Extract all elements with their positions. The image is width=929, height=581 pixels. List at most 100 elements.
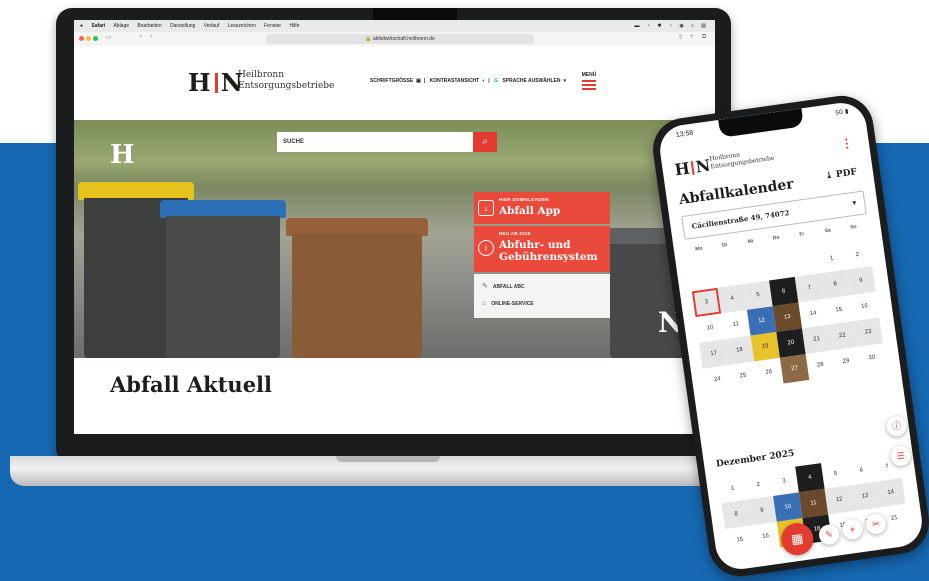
contrast-icon[interactable]: ◐ bbox=[482, 78, 485, 84]
phone-notch bbox=[718, 108, 804, 138]
calendar-day[interactable]: 24 bbox=[703, 365, 732, 394]
calendar-day[interactable]: 3 bbox=[691, 287, 722, 318]
calendar-day[interactable]: 13 bbox=[850, 481, 880, 511]
calendar-day[interactable]: 10 bbox=[773, 492, 803, 522]
menu-item-ablage[interactable]: Ablage bbox=[113, 23, 129, 29]
calendar-day[interactable]: 8 bbox=[721, 499, 751, 530]
window-close-button[interactable] bbox=[79, 36, 84, 41]
calendar-day[interactable]: 30 bbox=[857, 343, 886, 372]
calendar-day[interactable]: 4 bbox=[717, 284, 747, 314]
calendar-day[interactable]: 6 bbox=[847, 456, 876, 485]
site-logo[interactable]: HN bbox=[188, 68, 244, 97]
calendar-day[interactable]: 22 bbox=[827, 321, 858, 351]
weekday-label: Mi bbox=[747, 238, 754, 246]
menu-item-bearbeiten[interactable]: Bearbeiten bbox=[137, 23, 161, 29]
calendar-day[interactable]: 16 bbox=[850, 292, 879, 321]
address-value: Cäcilienstraße 49, 74072 bbox=[691, 208, 790, 231]
menu-item-lesezeichen[interactable]: Lesezeichen bbox=[228, 23, 256, 29]
phone-logo[interactable]: HN bbox=[673, 156, 711, 180]
menu-item-hilfe[interactable]: Hilfe bbox=[289, 23, 299, 29]
font-size-icon[interactable]: ▣ bbox=[416, 78, 421, 84]
address-bar[interactable]: 🔒 abfallwirtschaft.heilbronn.de bbox=[266, 34, 534, 44]
calendar-day[interactable]: 9 bbox=[747, 496, 777, 526]
font-size-button[interactable]: SCHRIFTGRÖSSE bbox=[370, 78, 413, 84]
calendar-icon: ▦ bbox=[790, 530, 805, 547]
phone-status: 5G ▮ bbox=[835, 108, 849, 117]
language-select[interactable]: SPRACHE AUSWÄHLEN bbox=[502, 78, 560, 84]
share-icon[interactable]: ⇪ bbox=[678, 34, 683, 41]
apple-icon[interactable]: ● bbox=[80, 23, 83, 29]
tag-icon: ✂ bbox=[871, 518, 881, 530]
menu-item-darstellung[interactable]: Darstellung bbox=[170, 23, 195, 29]
list-icon: ☰ bbox=[896, 450, 906, 462]
calendar-day[interactable]: 15 bbox=[824, 295, 853, 324]
site-header: HN Heilbronn Entsorgungsbetriebe SCHRIFT… bbox=[74, 46, 715, 120]
search-input[interactable]: SUCHE bbox=[283, 132, 304, 152]
more-menu-icon[interactable]: ⋮ bbox=[840, 136, 854, 152]
calendar-day[interactable]: 10 bbox=[695, 313, 724, 342]
menu-item-verlauf[interactable]: Verlauf bbox=[204, 23, 220, 29]
info-icon: ⓘ bbox=[891, 420, 902, 432]
calendar-day[interactable]: 18 bbox=[724, 335, 755, 365]
calendar-day[interactable]: 1 bbox=[718, 474, 747, 503]
calendar-day[interactable]: 14 bbox=[876, 477, 906, 508]
promo-app-kicker: HIER DOWNLOADEN bbox=[499, 197, 549, 202]
calendar-day[interactable]: 20 bbox=[776, 328, 806, 358]
calendar-day[interactable]: 1 bbox=[817, 244, 846, 273]
calendar-day[interactable]: 7 bbox=[794, 273, 825, 303]
calendar-day[interactable]: 29 bbox=[831, 347, 860, 376]
calendar-day[interactable]: 23 bbox=[853, 317, 883, 347]
calendar-day[interactable]: 14 bbox=[798, 299, 827, 328]
info-fab[interactable]: ⓘ bbox=[885, 414, 908, 438]
brown-bin bbox=[286, 218, 428, 358]
calendar-day[interactable]: 5 bbox=[743, 280, 773, 310]
calendar-day[interactable]: 28 bbox=[806, 351, 835, 380]
calendar-day[interactable]: 21 bbox=[802, 324, 832, 355]
sidebar-icon[interactable]: ▭ bbox=[106, 34, 112, 41]
grass-background bbox=[74, 120, 715, 190]
calendar-day[interactable]: 12 bbox=[824, 485, 854, 515]
menu-app-name[interactable]: Safari bbox=[91, 23, 105, 29]
calendar-day[interactable]: 11 bbox=[798, 488, 829, 519]
search-button[interactable]: ⌕ bbox=[473, 132, 497, 152]
calendar-day[interactable]: 5 bbox=[821, 459, 850, 488]
calendar-day[interactable]: 2 bbox=[843, 240, 872, 269]
calendar-day[interactable]: 15 bbox=[725, 525, 754, 554]
calendar-day[interactable]: 16 bbox=[751, 522, 780, 551]
link-abfall-abc[interactable]: ✎ ABFALL ABC bbox=[482, 282, 525, 290]
calendar-day[interactable]: 27 bbox=[779, 354, 810, 384]
window-minimize-button[interactable] bbox=[86, 36, 91, 41]
link-online-service[interactable]: ⌂ ONLINE-SERVICE bbox=[482, 300, 534, 307]
calendar-day[interactable]: 4 bbox=[795, 463, 825, 493]
menu-item-fenster[interactable]: Fenster bbox=[264, 23, 281, 29]
calendar-day[interactable]: 3 bbox=[769, 467, 798, 496]
calendar-day[interactable]: 6 bbox=[769, 276, 799, 307]
network-label: 5G bbox=[835, 109, 844, 117]
calendar-day[interactable]: 8 bbox=[820, 269, 850, 300]
back-arrow-icon[interactable]: ‹ bbox=[140, 34, 142, 40]
search-bar[interactable]: SUCHE ⌕ bbox=[277, 132, 497, 152]
pdf-download-button[interactable]: ⤓ PDF bbox=[825, 167, 858, 181]
calendar-day[interactable]: 12 bbox=[746, 306, 777, 336]
calendar-day[interactable]: 11 bbox=[721, 310, 750, 339]
mac-menu-items: ● Safari Ablage Bearbeiten Darstellung V… bbox=[80, 20, 306, 32]
calendar-day[interactable]: 26 bbox=[754, 358, 783, 387]
new-tab-icon[interactable]: + bbox=[690, 34, 694, 40]
calendar-day[interactable]: 9 bbox=[846, 266, 876, 296]
calendar-day[interactable]: 17 bbox=[699, 339, 729, 369]
menu-button[interactable]: MENÜ bbox=[580, 72, 598, 90]
calendar-day[interactable]: 2 bbox=[744, 470, 773, 499]
phone-logo-text: Heilbronn Entsorgungsbetriebe bbox=[709, 147, 775, 172]
tabs-overview-icon[interactable]: ⧉ bbox=[702, 34, 706, 41]
window-zoom-button[interactable] bbox=[93, 36, 98, 41]
calendar-day bbox=[688, 262, 717, 291]
contrast-button[interactable]: KONTRASTANSICHT bbox=[430, 78, 480, 84]
calendar-day[interactable]: 25 bbox=[728, 361, 757, 390]
forward-arrow-icon[interactable]: › bbox=[150, 34, 152, 40]
promo-gebuehrensystem[interactable]: i NEU AB 2026 Abfuhr- und Gebührensystem bbox=[474, 226, 610, 272]
location-pin-icon: ⌖ bbox=[849, 524, 856, 535]
chevron-down-icon[interactable]: ▾ bbox=[564, 78, 567, 84]
calendar-day[interactable]: 13 bbox=[772, 302, 803, 333]
calendar-day[interactable]: 19 bbox=[750, 332, 780, 362]
promo-abfall-app[interactable]: ↓ HIER DOWNLOADEN Abfall App bbox=[474, 192, 610, 224]
